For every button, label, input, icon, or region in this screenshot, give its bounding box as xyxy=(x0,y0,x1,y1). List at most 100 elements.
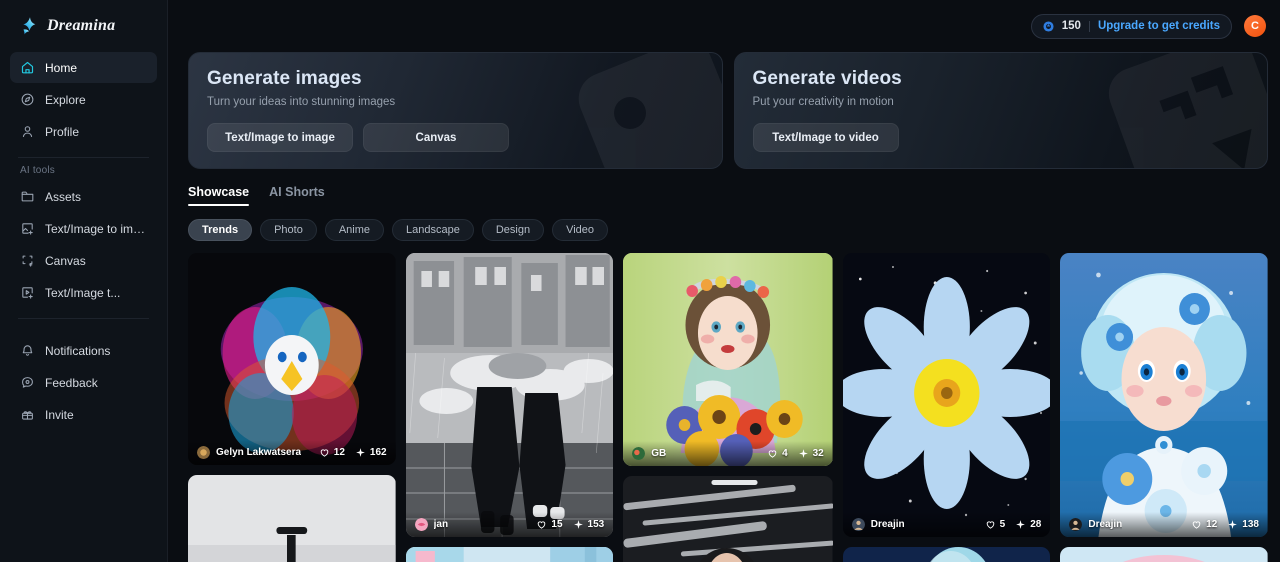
avatar[interactable]: C xyxy=(1244,15,1266,37)
card-likes-count: 4 xyxy=(782,448,788,459)
filter-chip-landscape[interactable]: Landscape xyxy=(392,219,474,241)
heart-icon xyxy=(538,521,546,529)
card-sparks-count: 138 xyxy=(1242,519,1259,530)
tab-showcase[interactable]: Showcase xyxy=(188,185,250,206)
card-sparks: 153 xyxy=(573,519,605,530)
gift-icon xyxy=(22,411,33,420)
card-author[interactable]: GB xyxy=(632,447,666,460)
card-meta: Dreajin 12 138 xyxy=(1060,512,1268,537)
heart-icon xyxy=(320,449,329,457)
card-stats: 5 28 xyxy=(985,519,1041,530)
sidebar-item-invite[interactable]: Invite xyxy=(10,399,157,430)
video-plus-icon xyxy=(22,287,33,299)
credits-pill[interactable]: 150 Upgrade to get credits xyxy=(1030,13,1232,39)
text-image-to-video-button[interactable]: Text/Image to video xyxy=(752,123,899,152)
gallery-column: jan 15 153 xyxy=(405,253,614,562)
gallery-card-moon[interactable] xyxy=(842,547,1051,562)
card-meta: GB 4 32 xyxy=(623,441,833,466)
image-plus-icon xyxy=(22,223,33,235)
sidebar-item-assets[interactable]: Assets xyxy=(10,181,157,212)
upgrade-link[interactable]: Upgrade to get credits xyxy=(1098,20,1220,32)
hero-card-generate-images: Generate images Turn your ideas into stu… xyxy=(188,52,723,169)
gallery-column: Dreajin 12 138 xyxy=(1060,253,1268,562)
card-author[interactable]: Gelyn Lakwatsera xyxy=(197,446,301,459)
hero-title: Generate images xyxy=(207,68,362,89)
sidebar-item-feedback[interactable]: Feedback xyxy=(10,367,157,398)
sidebar-item-label: Text/Image to image xyxy=(45,221,147,236)
card-likes-count: 12 xyxy=(1206,519,1218,530)
card-sparks: 138 xyxy=(1227,519,1259,530)
card-author-name: Dreajin xyxy=(870,519,905,530)
tab-ai-shorts[interactable]: AI Shorts xyxy=(269,185,325,206)
card-author-name: Gelyn Lakwatsera xyxy=(216,447,302,458)
chat-icon xyxy=(22,377,33,388)
brand-logo[interactable]: Dreamina xyxy=(10,0,157,52)
sidebar-item-notifications[interactable]: Notifications xyxy=(10,335,157,366)
sidebar-item-label: Notifications xyxy=(45,343,111,358)
brand-name: Dreamina xyxy=(47,17,116,34)
card-author[interactable]: jan xyxy=(414,518,448,531)
sidebar-item-home[interactable]: Home xyxy=(10,52,157,83)
sparkle-icon xyxy=(356,448,365,457)
user-icon xyxy=(22,126,33,138)
card-sparks-count: 153 xyxy=(587,519,605,530)
card-sparks-count: 162 xyxy=(369,447,387,458)
sidebar: Dreamina Home Explore Profile AI tools A… xyxy=(0,0,168,562)
heart-icon xyxy=(986,521,994,529)
filter-chip-photo[interactable]: Photo xyxy=(260,219,317,241)
sidebar-item-profile[interactable]: Profile xyxy=(10,116,157,147)
sidebar-item-label: Text/Image t... xyxy=(45,285,121,300)
sidebar-item-canvas[interactable]: Canvas xyxy=(10,245,157,276)
filter-chip-video[interactable]: Video xyxy=(552,219,609,241)
card-author[interactable]: Dreajin xyxy=(851,518,905,531)
gallery-card-flower[interactable]: Dreajin 5 28 xyxy=(842,253,1051,537)
credits-count: 150 xyxy=(1061,20,1081,32)
folder-icon xyxy=(21,191,34,202)
content-area: Generate images Turn your ideas into stu… xyxy=(168,52,1280,562)
artwork-thumbnail xyxy=(1060,547,1268,562)
filter-chip-anime[interactable]: Anime xyxy=(324,219,385,241)
card-likes-count: 15 xyxy=(551,519,563,530)
artwork-thumbnail xyxy=(1060,253,1268,537)
gallery-card-eagle[interactable]: Gelyn Lakwatsera 12 162 xyxy=(188,253,396,465)
card-stats: 12 138 xyxy=(1191,519,1259,530)
sidebar-item-label: Home xyxy=(45,60,78,75)
card-sparks: 28 xyxy=(1015,519,1041,530)
card-author[interactable]: Dreajin xyxy=(1069,518,1122,531)
filter-chip-trends[interactable]: Trends xyxy=(188,219,253,241)
card-likes: 5 xyxy=(985,519,1006,530)
canvas-button[interactable]: Canvas xyxy=(363,123,509,152)
sparkle-icon xyxy=(1016,520,1026,529)
gallery-card-pinkhair[interactable] xyxy=(1060,547,1268,562)
avatar xyxy=(197,446,210,459)
heart-icon xyxy=(1192,521,1201,529)
card-meta: jan 15 153 xyxy=(405,512,614,537)
app-root: Dreamina Home Explore Profile AI tools A… xyxy=(0,0,1280,562)
avatar xyxy=(414,518,428,531)
sidebar-item-explore[interactable]: Explore xyxy=(10,84,157,115)
card-likes-count: 12 xyxy=(333,447,345,458)
sidebar-item-text-image-to-video[interactable]: Text/Image t... xyxy=(10,277,157,308)
gallery-column: GB 4 32 xyxy=(623,253,833,562)
card-likes: 15 xyxy=(536,519,563,530)
sparkle-icon xyxy=(798,449,808,458)
sidebar-item-label: Profile xyxy=(45,124,80,139)
card-sparks: 162 xyxy=(355,447,387,458)
card-sparks-count: 32 xyxy=(812,448,824,459)
card-stats: 15 153 xyxy=(536,519,604,530)
gallery-card-soap[interactable] xyxy=(188,475,396,562)
hero-title: Generate videos xyxy=(752,68,902,89)
card-likes-count: 5 xyxy=(999,519,1006,530)
gallery-card-bluegirl[interactable]: Dreajin 12 138 xyxy=(1060,253,1268,537)
gallery-card-motion[interactable] xyxy=(623,476,833,562)
text-image-to-image-button[interactable]: Text/Image to image xyxy=(207,123,353,152)
avatar xyxy=(851,518,865,531)
filter-chip-design[interactable]: Design xyxy=(481,219,545,241)
hero-cards: Generate images Turn your ideas into stu… xyxy=(188,52,1268,169)
sidebar-item-text-image-to-image[interactable]: Text/Image to image xyxy=(10,213,157,244)
canvas-icon xyxy=(22,255,33,267)
gallery-card-anime-city[interactable] xyxy=(405,547,614,562)
gallery-card-lady[interactable]: GB 4 32 xyxy=(623,253,833,466)
sidebar-item-label: Assets xyxy=(45,189,82,204)
gallery-card-umbrella[interactable]: jan 15 153 xyxy=(405,253,614,537)
